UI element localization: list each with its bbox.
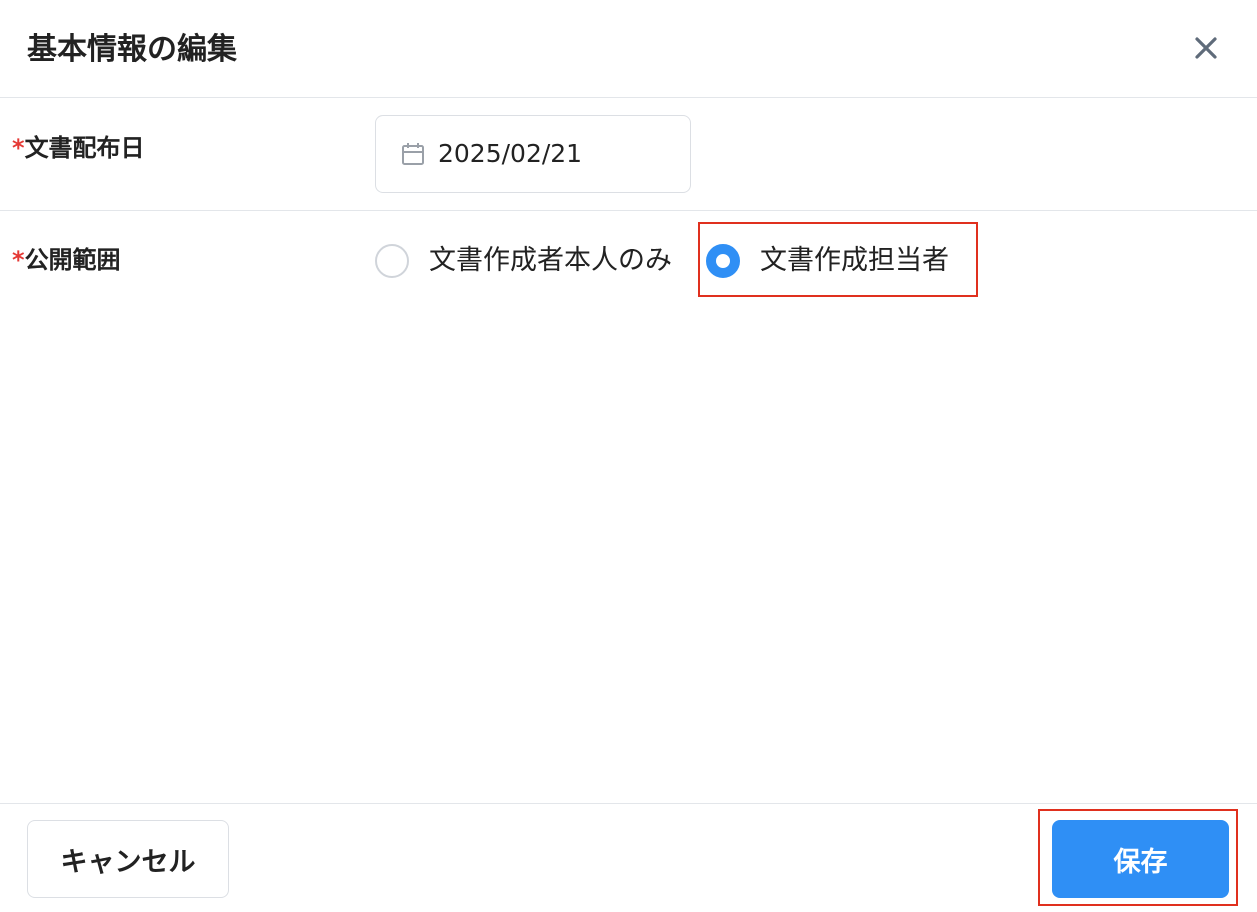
date-value: 2025/02/21: [438, 139, 583, 168]
required-mark: *: [12, 246, 25, 274]
dialog-header: 基本情報の編集: [0, 0, 1257, 98]
close-button[interactable]: [1186, 28, 1226, 68]
radio-button-unchecked[interactable]: [375, 244, 409, 278]
close-icon: [1195, 37, 1217, 59]
radio-button-checked[interactable]: [706, 244, 740, 278]
radio-document-staff[interactable]: 文書作成担当者: [706, 239, 949, 283]
visibility-row: *公開範囲 文書作成者本人のみ 文書作成担当者: [0, 211, 1257, 311]
dialog-title: 基本情報の編集: [27, 32, 237, 67]
radio-author-only[interactable]: 文書作成者本人のみ: [375, 239, 690, 283]
radio-label: 文書作成担当者: [760, 245, 949, 276]
radio-label: 文書作成者本人のみ: [429, 245, 672, 276]
distribution-date-row: *文書配布日 2025/02/21: [0, 98, 1257, 211]
required-mark: *: [12, 134, 25, 162]
dialog-footer: キャンセル 保存: [0, 803, 1257, 912]
distribution-date-input[interactable]: 2025/02/21: [375, 115, 691, 193]
cancel-button[interactable]: キャンセル: [27, 820, 229, 898]
visibility-label: *公開範囲: [12, 246, 121, 274]
save-button[interactable]: 保存: [1052, 820, 1229, 898]
visibility-radio-group: 文書作成者本人のみ 文書作成担当者: [375, 239, 949, 283]
distribution-date-label: *文書配布日: [12, 134, 145, 162]
edit-basic-info-dialog: 基本情報の編集 *文書配布日 2025/02/21 *公開範囲 文書作成者本人の…: [0, 0, 1257, 912]
calendar-icon: [400, 141, 426, 167]
